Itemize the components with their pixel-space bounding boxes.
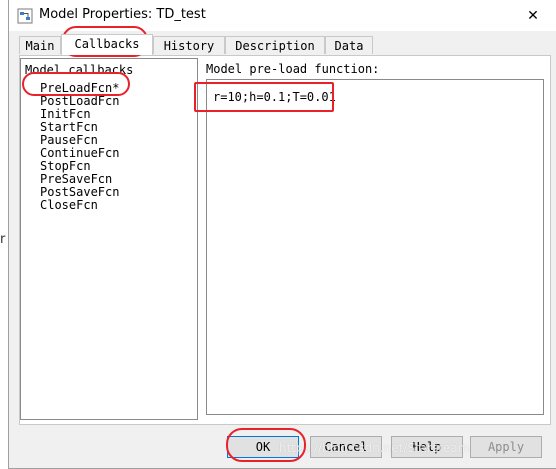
callback-item-closefcn[interactable]: CloseFcn <box>40 198 98 212</box>
close-button[interactable]: ✕ <box>510 0 556 31</box>
preload-function-editor[interactable]: r=10;h=0.1;T=0.01 <box>206 79 544 415</box>
callback-item-stopfcn[interactable]: StopFcn <box>40 159 91 173</box>
model-properties-dialog: Model Properties: TD_test ✕ Main Callbac… <box>8 0 556 469</box>
close-icon: ✕ <box>527 7 539 24</box>
editor-content[interactable]: r=10;h=0.1;T=0.01 <box>213 90 336 104</box>
list-header: Model callbacks <box>25 63 134 77</box>
tab-description[interactable]: Description <box>225 36 325 54</box>
callbacks-panel: Model callbacks PreLoadFcn* PostLoadFcn … <box>19 55 551 425</box>
callback-item-initfcn[interactable]: InitFcn <box>40 107 91 121</box>
window-title: Model Properties: TD_test <box>39 7 206 22</box>
callback-item-continuefcn[interactable]: ContinueFcn <box>40 146 119 160</box>
callback-item-preloadfcn[interactable]: PreLoadFcn* <box>40 81 119 95</box>
help-button[interactable]: Help <box>391 436 463 458</box>
tab-callbacks[interactable]: Callbacks <box>61 34 153 55</box>
ok-button[interactable]: OK <box>227 436 299 458</box>
apply-button[interactable]: Apply <box>470 436 542 458</box>
tab-history[interactable]: History <box>153 36 225 54</box>
callback-item-pausefcn[interactable]: PauseFcn <box>40 133 98 147</box>
callback-item-startfcn[interactable]: StartFcn <box>40 120 98 134</box>
background-text: r <box>0 232 6 247</box>
tab-main[interactable]: Main <box>19 36 61 54</box>
model-callbacks-list[interactable]: Model callbacks PreLoadFcn* PostLoadFcn … <box>20 58 198 420</box>
tab-strip: Main Callbacks History Description Data <box>19 34 539 56</box>
callback-item-postloadfcn[interactable]: PostLoadFcn <box>40 94 119 108</box>
callback-item-postsavefcn[interactable]: PostSaveFcn <box>40 185 119 199</box>
simulink-model-icon <box>17 8 33 24</box>
callback-item-presavefcn[interactable]: PreSaveFcn <box>40 172 112 186</box>
title-bar: Model Properties: TD_test ✕ <box>9 0 556 31</box>
cancel-button[interactable]: Cancel <box>310 436 382 458</box>
editor-label: Model pre-load function: <box>206 62 380 76</box>
tab-data[interactable]: Data <box>325 36 373 54</box>
